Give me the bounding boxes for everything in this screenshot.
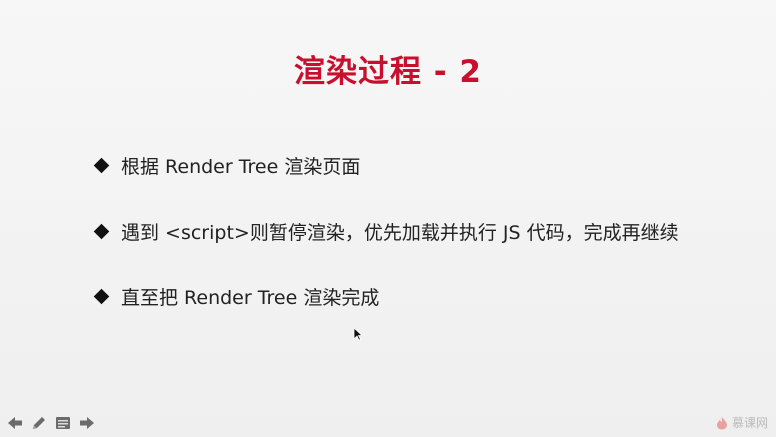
flame-icon [716, 416, 727, 429]
bullet-text: 根据 Render Tree 渲染页面 [121, 156, 361, 178]
bullet-item: 遇到 <script>则暂停渲染，优先加载并执行 JS 代码，完成再继续 [93, 218, 679, 245]
bullet-text: 遇到 <script>则暂停渲染，优先加载并执行 JS 代码，完成再继续 [121, 222, 679, 244]
slideshow-toolbar [6, 414, 96, 432]
next-arrow-icon[interactable] [78, 414, 96, 432]
bullet-text: 直至把 Render Tree 渲染完成 [121, 287, 380, 309]
watermark-text: 慕课网 [731, 416, 768, 430]
mouse-pointer-icon [353, 327, 363, 341]
menu-icon[interactable] [54, 414, 72, 432]
slide-title: 渲染过程 - 2 [293, 54, 483, 90]
prev-arrow-icon[interactable] [6, 414, 24, 432]
diamond-bullet-icon [93, 288, 110, 305]
slide: 渲染过程 - 2 根据 Render Tree 渲染页面 遇到 <script>… [0, 0, 776, 437]
diamond-bullet-icon [93, 157, 110, 174]
pen-icon[interactable] [30, 414, 48, 432]
bullet-item: 根据 Render Tree 渲染页面 [93, 152, 360, 179]
diamond-bullet-icon [93, 223, 110, 240]
watermark-logo: 慕课网 [716, 414, 768, 431]
bullet-item: 直至把 Render Tree 渲染完成 [93, 283, 379, 310]
